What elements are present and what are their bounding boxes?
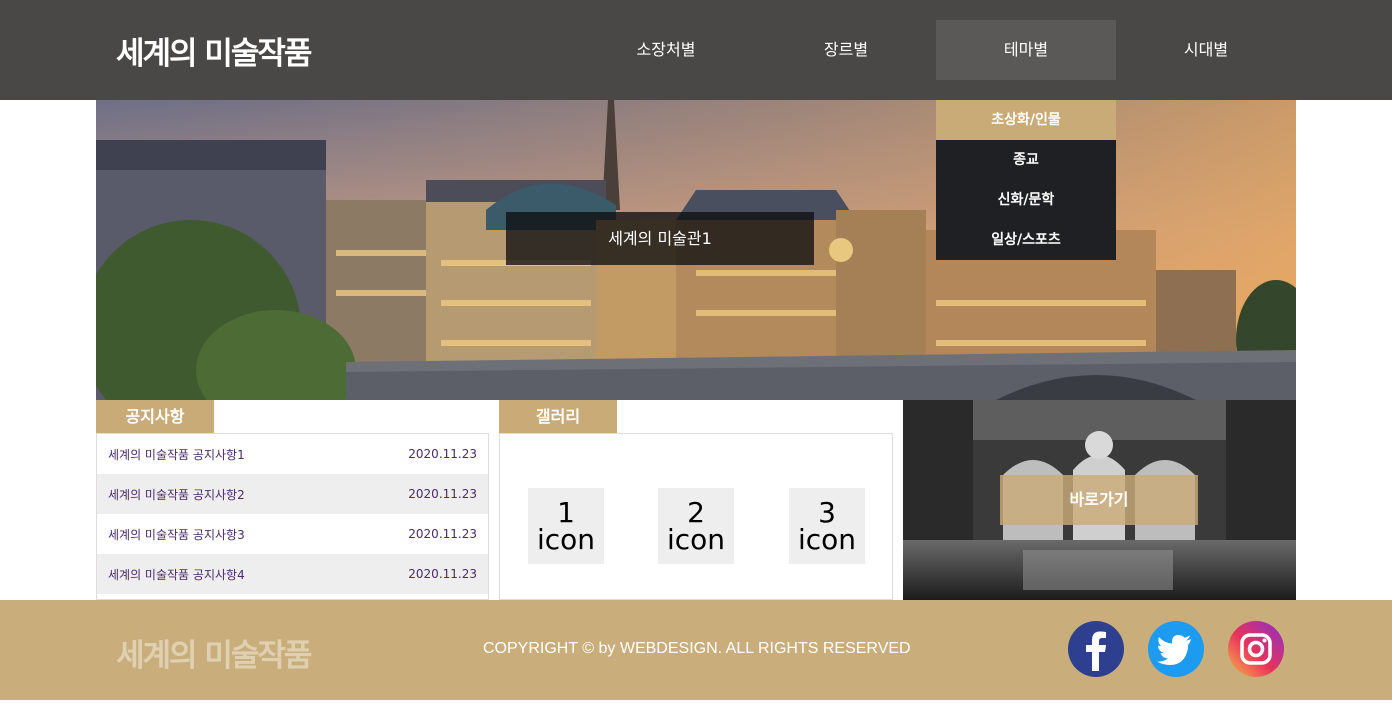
nav-item-era[interactable]: 시대별 (1116, 20, 1296, 80)
shortcut-banner: 바로가기 (903, 400, 1296, 600)
notice-list: 세계의 미술작품 공지사항1 2020.11.23 세계의 미술작품 공지사항2… (96, 433, 489, 600)
footer-logo: 세계의 미술작품 (116, 638, 312, 674)
notice-title[interactable]: 세계의 미술작품 공지사항4 (108, 566, 245, 583)
nav-item-genre[interactable]: 장르별 (756, 20, 936, 80)
site-logo[interactable]: 세계의 미술작품 (116, 28, 312, 73)
gallery-thumb-number: 1 (557, 496, 575, 529)
notice-title[interactable]: 세계의 미술작품 공지사항2 (108, 486, 245, 503)
tab-gallery[interactable]: 갤러리 (499, 400, 617, 433)
facebook-icon[interactable] (1068, 621, 1124, 677)
gallery-section: 갤러리 1 icon 2 icon 3 icon (499, 400, 893, 600)
gallery-thumb-icon[interactable]: 1 icon (528, 488, 604, 564)
gallery-thumb-icon[interactable]: 2 icon (658, 488, 734, 564)
gallery-thumb-word: icon (536, 523, 596, 556)
hero-slider: 세계의 미술관1 (96, 100, 1296, 400)
instagram-icon[interactable] (1228, 621, 1284, 677)
list-item[interactable]: 세계의 미술작품 공지사항4 2020.11.23 (97, 554, 488, 594)
gallery-thumb-word: icon (666, 523, 726, 556)
copyright-text: COPYRIGHT © by WEBDESIGN. ALL RIGHTS RES… (483, 640, 911, 657)
list-item[interactable]: 세계의 미술작품 공지사항2 2020.11.23 (97, 474, 488, 514)
dropdown-item-religion[interactable]: 종교 (936, 140, 1116, 180)
dropdown-item-portrait[interactable]: 초상화/인물 (936, 100, 1116, 140)
gallery-thumb-number: 3 (818, 496, 836, 529)
dropdown-item-mythology[interactable]: 신화/문학 (936, 180, 1116, 220)
hero-caption[interactable]: 세계의 미술관1 (506, 212, 814, 265)
gallery-thumb-word: icon (797, 523, 857, 556)
twitter-icon[interactable] (1148, 621, 1204, 677)
list-item[interactable]: 세계의 미술작품 공지사항1 2020.11.23 (97, 434, 488, 474)
notice-section: 공지사항 세계의 미술작품 공지사항1 2020.11.23 세계의 미술작품 … (96, 400, 489, 600)
dropdown-item-daily-sports[interactable]: 일상/스포츠 (936, 220, 1116, 260)
gallery-list: 1 icon 2 icon 3 icon (499, 433, 893, 600)
notice-date: 2020.11.23 (408, 447, 477, 461)
site-header: 세계의 미술작품 소장처별 장르별 테마별 시대별 (0, 0, 1392, 100)
gallery-thumb-number: 2 (687, 496, 705, 529)
tab-notice[interactable]: 공지사항 (96, 400, 214, 433)
notice-date: 2020.11.23 (408, 527, 477, 541)
notice-date: 2020.11.23 (408, 487, 477, 501)
notice-title[interactable]: 세계의 미술작품 공지사항1 (108, 446, 245, 463)
main-nav: 소장처별 장르별 테마별 시대별 (576, 20, 1296, 80)
nav-item-collection[interactable]: 소장처별 (576, 20, 756, 80)
notice-date: 2020.11.23 (408, 567, 477, 581)
nav-item-theme[interactable]: 테마별 (936, 20, 1116, 80)
shortcut-button[interactable]: 바로가기 (1000, 475, 1198, 525)
theme-dropdown-menu: 초상화/인물 종교 신화/문학 일상/스포츠 (936, 100, 1116, 260)
gallery-thumb-icon[interactable]: 3 icon (789, 488, 865, 564)
site-footer: 세계의 미술작품 COPYRIGHT © by WEBDESIGN. ALL R… (0, 600, 1392, 700)
list-item[interactable]: 세계의 미술작품 공지사항3 2020.11.23 (97, 514, 488, 554)
notice-title[interactable]: 세계의 미술작품 공지사항3 (108, 526, 245, 543)
